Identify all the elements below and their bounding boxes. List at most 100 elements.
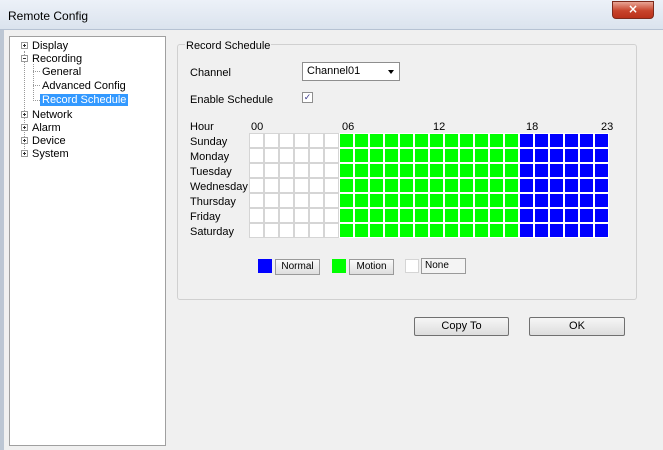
schedule-cell[interactable]: [399, 133, 414, 148]
schedule-cell[interactable]: [414, 193, 429, 208]
collapse-icon[interactable]: [21, 54, 28, 62]
schedule-cell[interactable]: [384, 148, 399, 163]
schedule-cell[interactable]: [339, 178, 354, 193]
title-bar[interactable]: Remote Config ×: [0, 0, 663, 30]
schedule-cell[interactable]: [489, 133, 504, 148]
schedule-cell[interactable]: [444, 208, 459, 223]
schedule-cell[interactable]: [519, 178, 534, 193]
schedule-cell[interactable]: [459, 178, 474, 193]
schedule-cell[interactable]: [354, 133, 369, 148]
schedule-cell[interactable]: [324, 133, 339, 148]
schedule-cell[interactable]: [429, 193, 444, 208]
schedule-cell[interactable]: [309, 133, 324, 148]
schedule-cell[interactable]: [444, 178, 459, 193]
schedule-cell[interactable]: [354, 178, 369, 193]
schedule-cell[interactable]: [429, 163, 444, 178]
tree-item-system[interactable]: System: [21, 148, 69, 161]
tree-item-network[interactable]: Network: [21, 109, 72, 122]
schedule-cell[interactable]: [339, 148, 354, 163]
schedule-cell[interactable]: [579, 208, 594, 223]
schedule-cell[interactable]: [519, 163, 534, 178]
schedule-cell[interactable]: [579, 193, 594, 208]
schedule-cell[interactable]: [399, 178, 414, 193]
schedule-cell[interactable]: [354, 163, 369, 178]
schedule-cell[interactable]: [399, 223, 414, 238]
schedule-cell[interactable]: [309, 193, 324, 208]
schedule-cell[interactable]: [579, 178, 594, 193]
schedule-cell[interactable]: [579, 133, 594, 148]
schedule-cell[interactable]: [264, 148, 279, 163]
none-legend-button[interactable]: None: [421, 258, 466, 274]
schedule-cell[interactable]: [504, 148, 519, 163]
schedule-cell[interactable]: [294, 148, 309, 163]
schedule-cell[interactable]: [429, 223, 444, 238]
schedule-cell[interactable]: [354, 223, 369, 238]
schedule-cell[interactable]: [249, 208, 264, 223]
schedule-cell[interactable]: [489, 193, 504, 208]
schedule-cell[interactable]: [429, 133, 444, 148]
schedule-cell[interactable]: [294, 178, 309, 193]
schedule-cell[interactable]: [414, 223, 429, 238]
tree-item-record-schedule[interactable]: Record Schedule: [40, 94, 129, 107]
schedule-cell[interactable]: [249, 193, 264, 208]
config-tree[interactable]: Display Recording General Advanced Confi…: [9, 36, 166, 446]
schedule-cell[interactable]: [279, 193, 294, 208]
schedule-cell[interactable]: [474, 133, 489, 148]
schedule-cell[interactable]: [414, 133, 429, 148]
schedule-cell[interactable]: [519, 208, 534, 223]
schedule-cell[interactable]: [564, 133, 579, 148]
schedule-cell[interactable]: [414, 163, 429, 178]
schedule-cell[interactable]: [309, 163, 324, 178]
schedule-cell[interactable]: [324, 163, 339, 178]
schedule-cell[interactable]: [339, 208, 354, 223]
schedule-cell[interactable]: [504, 163, 519, 178]
schedule-cell[interactable]: [399, 148, 414, 163]
schedule-cell[interactable]: [549, 223, 564, 238]
schedule-cell[interactable]: [264, 178, 279, 193]
schedule-cell[interactable]: [519, 148, 534, 163]
schedule-cell[interactable]: [534, 223, 549, 238]
schedule-cell[interactable]: [564, 193, 579, 208]
normal-swatch[interactable]: [258, 259, 272, 273]
schedule-cell[interactable]: [309, 178, 324, 193]
schedule-cell[interactable]: [534, 148, 549, 163]
schedule-cell[interactable]: [489, 208, 504, 223]
schedule-cell[interactable]: [249, 148, 264, 163]
schedule-cell[interactable]: [279, 178, 294, 193]
schedule-cell[interactable]: [444, 223, 459, 238]
enable-schedule-checkbox[interactable]: ✓: [302, 92, 313, 103]
schedule-cell[interactable]: [264, 133, 279, 148]
schedule-cell[interactable]: [324, 208, 339, 223]
schedule-cell[interactable]: [354, 193, 369, 208]
schedule-cell[interactable]: [429, 178, 444, 193]
schedule-cell[interactable]: [279, 148, 294, 163]
schedule-cell[interactable]: [294, 163, 309, 178]
schedule-cell[interactable]: [384, 193, 399, 208]
schedule-cell[interactable]: [504, 208, 519, 223]
schedule-cell[interactable]: [564, 163, 579, 178]
schedule-cell[interactable]: [444, 133, 459, 148]
schedule-cell[interactable]: [549, 193, 564, 208]
schedule-cell[interactable]: [339, 163, 354, 178]
schedule-cell[interactable]: [594, 208, 609, 223]
schedule-cell[interactable]: [534, 133, 549, 148]
schedule-cell[interactable]: [279, 133, 294, 148]
schedule-cell[interactable]: [369, 178, 384, 193]
schedule-cell[interactable]: [519, 133, 534, 148]
tree-item-device[interactable]: Device: [21, 135, 66, 148]
schedule-cell[interactable]: [324, 193, 339, 208]
schedule-cell[interactable]: [279, 223, 294, 238]
schedule-cell[interactable]: [264, 223, 279, 238]
schedule-cell[interactable]: [249, 133, 264, 148]
schedule-cell[interactable]: [354, 208, 369, 223]
schedule-cell[interactable]: [369, 193, 384, 208]
schedule-cell[interactable]: [474, 163, 489, 178]
schedule-cell[interactable]: [489, 163, 504, 178]
schedule-cell[interactable]: [249, 223, 264, 238]
schedule-cell[interactable]: [399, 208, 414, 223]
schedule-cell[interactable]: [549, 133, 564, 148]
schedule-cell[interactable]: [579, 148, 594, 163]
tree-item-display[interactable]: Display: [21, 40, 68, 53]
schedule-cell[interactable]: [384, 163, 399, 178]
schedule-cell[interactable]: [504, 178, 519, 193]
